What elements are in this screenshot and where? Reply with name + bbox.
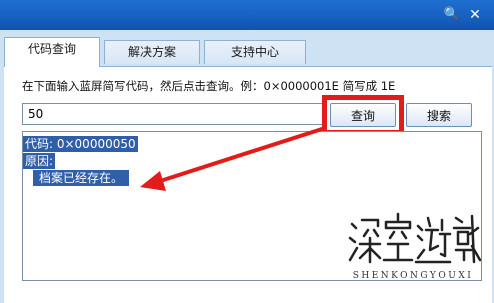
query-button[interactable]: 查询 [330, 103, 396, 127]
tab-support-center[interactable]: 支持中心 [204, 40, 306, 64]
close-icon[interactable]: ✕ [466, 6, 484, 24]
search-button[interactable]: 搜索 [406, 103, 472, 127]
result-box[interactable]: 代码: 0×00000050 原因: 档案已经存在。 [22, 131, 482, 281]
result-code-line: 代码: 0×00000050 [23, 136, 138, 152]
code-query-panel: 在下面输入蓝屏简写代码，然后点击查询。例：0×0000001E 简写成 1E 查… [4, 66, 492, 303]
tab-code-query[interactable]: 代码查询 [4, 37, 100, 67]
app-window: 🔍 ✕ 代码查询 解决方案 支持中心 在下面输入蓝屏简写代码，然后点击查询。例：… [0, 0, 494, 303]
tab-strip: 代码查询 解决方案 支持中心 [0, 30, 494, 67]
result-reason-text: 档案已经存在。 [33, 170, 130, 186]
tab-solutions[interactable]: 解决方案 [104, 40, 200, 64]
code-input[interactable] [22, 103, 324, 125]
result-reason-label: 原因: [23, 153, 56, 169]
search-icon[interactable]: 🔍 [443, 6, 461, 24]
title-bar: 🔍 ✕ [0, 0, 494, 30]
instruction-text: 在下面输入蓝屏简写代码，然后点击查询。例：0×0000001E 简写成 1E [22, 79, 396, 93]
watermark-logo-text: SHENKONGYOUXI [352, 271, 474, 281]
